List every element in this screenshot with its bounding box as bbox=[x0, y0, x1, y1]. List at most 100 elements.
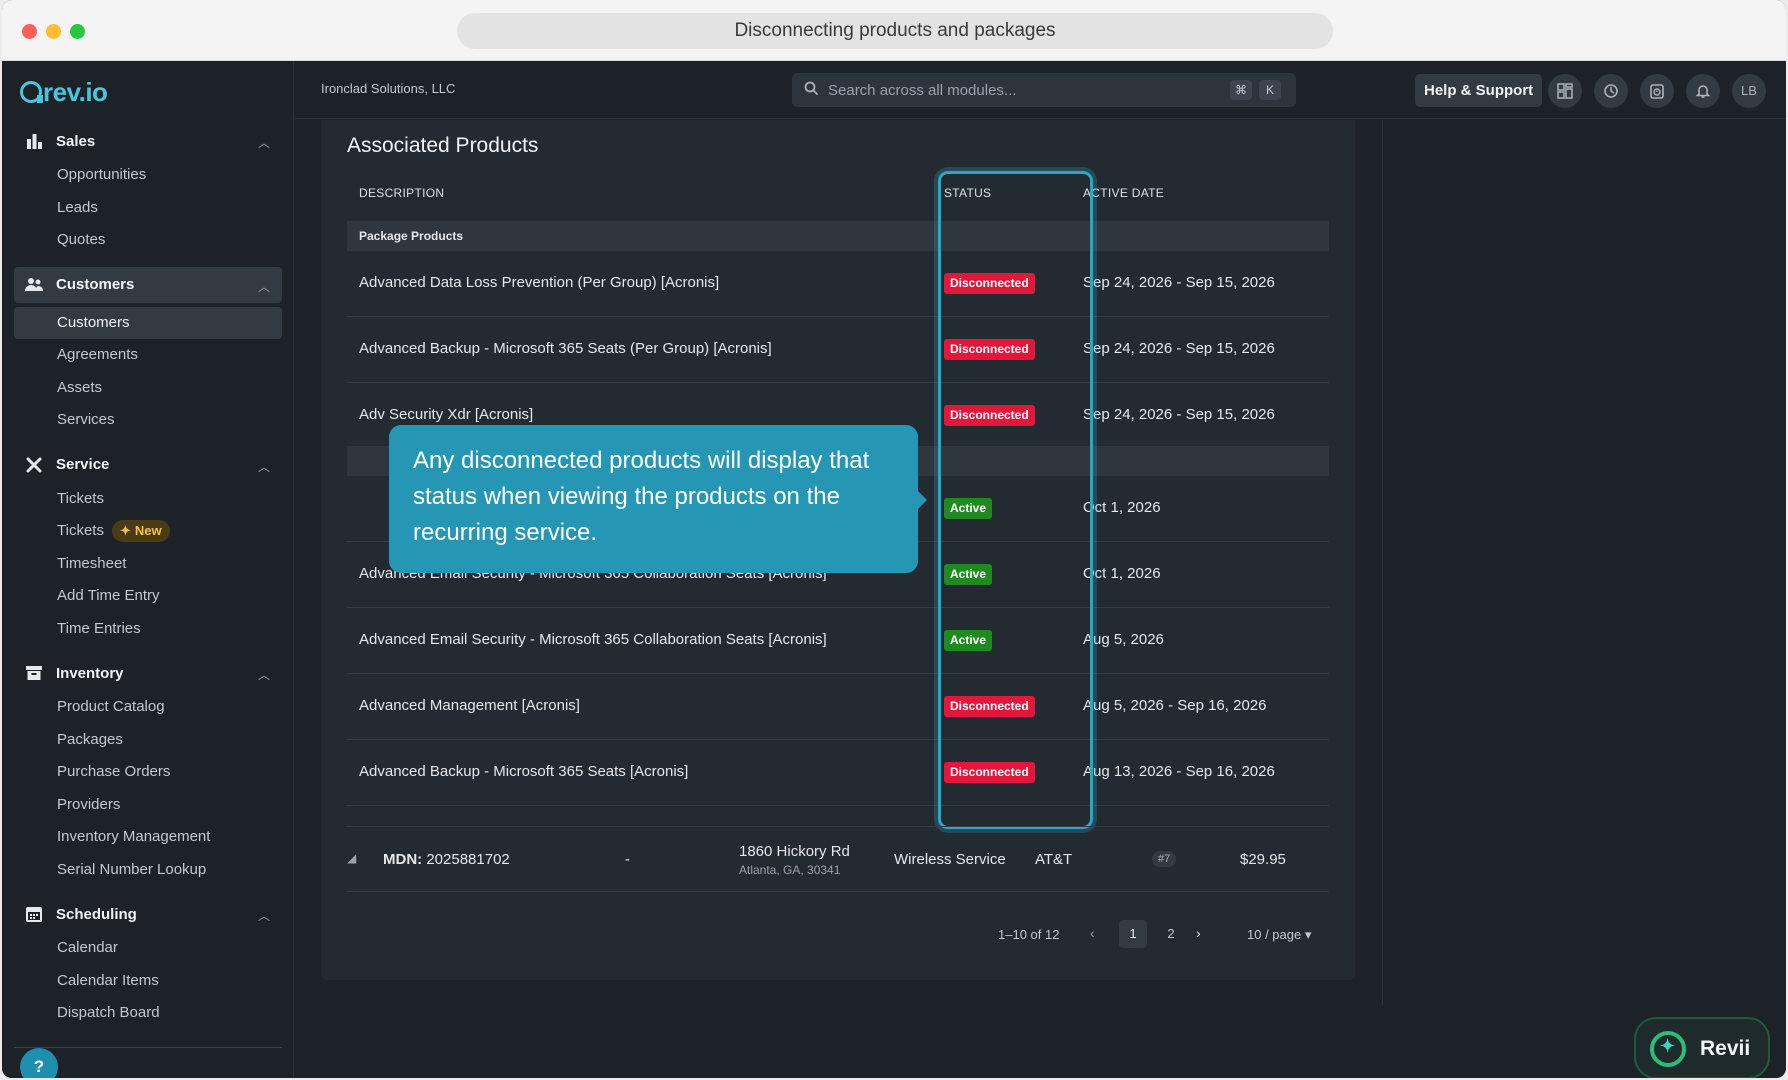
sidebar-item-calendar[interactable]: Calendar bbox=[14, 932, 282, 965]
service-row[interactable]: ◢ MDN: 2025881702 - 1860 Hickory Rd Atla… bbox=[347, 826, 1329, 892]
title-bar: Disconnecting products and packages bbox=[2, 0, 1786, 61]
sidebar-item-opportunities[interactable]: Opportunities bbox=[14, 159, 282, 192]
revio-logo[interactable]: rev.io bbox=[20, 76, 108, 107]
sidebar-divider bbox=[14, 1047, 282, 1048]
logo-text: rev.io bbox=[43, 76, 108, 107]
sparkle-icon: ✦ bbox=[119, 523, 131, 539]
sidebar-item-services[interactable]: Services bbox=[14, 404, 282, 437]
page-button-2[interactable]: 2 bbox=[1157, 920, 1185, 948]
top-bar: Ironclad Solutions, LLC ⌘ K Help & Suppo… bbox=[295, 61, 1786, 119]
sidebar-item-calendar-items[interactable]: Calendar Items bbox=[14, 965, 282, 998]
nav-section-inventory[interactable]: Inventory ︿ bbox=[14, 655, 282, 691]
table-row[interactable]: Advanced Email Security - Microsoft 365 … bbox=[347, 608, 1329, 674]
product-description: Advanced Email Security - Microsoft 365 … bbox=[359, 631, 827, 648]
page-button-current[interactable]: 1 bbox=[1119, 920, 1147, 948]
page-size-select[interactable]: 10 / page ▾ bbox=[1247, 927, 1311, 943]
help-support-button[interactable]: Help & Support bbox=[1415, 74, 1543, 107]
status-column-highlight bbox=[938, 171, 1093, 829]
chevron-up-icon[interactable]: ︿ bbox=[258, 458, 270, 475]
pagination-range: 1–10 of 12 bbox=[998, 927, 1060, 942]
bell-icon[interactable] bbox=[1686, 74, 1720, 108]
sidebar-item-timesheet[interactable]: Timesheet bbox=[14, 548, 282, 581]
help-button[interactable]: ? bbox=[20, 1048, 58, 1078]
nav-section-sales[interactable]: Sales ︿ bbox=[14, 123, 282, 159]
nav-section-service[interactable]: Service ︿ bbox=[14, 447, 282, 483]
service-type: Wireless Service bbox=[894, 851, 1006, 868]
sidebar-item-quotes[interactable]: Quotes bbox=[14, 224, 282, 257]
search-input[interactable] bbox=[828, 73, 1208, 107]
box-icon bbox=[24, 663, 44, 683]
sidebar-item-inventory-management[interactable]: Inventory Management bbox=[14, 821, 282, 854]
table-row[interactable]: Advanced Management [Acronis] Disconnect… bbox=[347, 674, 1329, 740]
nav-section-label: Customers bbox=[56, 276, 135, 293]
revii-icon bbox=[1650, 1031, 1686, 1067]
minimize-window-button[interactable] bbox=[46, 24, 61, 39]
chevron-up-icon[interactable]: ︿ bbox=[258, 666, 270, 683]
sidebar-item-tickets[interactable]: Tickets bbox=[14, 483, 282, 516]
chevron-up-icon[interactable]: ︿ bbox=[258, 134, 270, 151]
active-date: Oct 1, 2026 bbox=[1083, 565, 1161, 582]
sidebar-item-time-entries[interactable]: Time Entries bbox=[14, 613, 282, 646]
sidebar-item-providers[interactable]: Providers bbox=[14, 789, 282, 822]
sidebar-item-product-catalog[interactable]: Product Catalog bbox=[14, 691, 282, 724]
expand-row-icon[interactable]: ◢ bbox=[347, 851, 356, 865]
revii-label: Revii bbox=[1700, 1037, 1751, 1060]
nav-section-label: Sales bbox=[56, 132, 96, 150]
column-header-active-date: ACTIVE DATE bbox=[1083, 186, 1165, 200]
table-row[interactable]: Advanced Backup - Microsoft 365 Seats (P… bbox=[347, 317, 1329, 383]
sidebar-item-agreements[interactable]: Agreements bbox=[14, 339, 282, 372]
table-row[interactable]: Advanced Data Loss Prevention (Per Group… bbox=[347, 251, 1329, 317]
caret-down-icon: ▾ bbox=[1304, 927, 1312, 942]
revii-assistant-button[interactable]: Revii bbox=[1634, 1017, 1770, 1078]
chevron-up-icon[interactable]: ︿ bbox=[258, 278, 270, 295]
sidebar-item-tickets-new[interactable]: Tickets ✦ New bbox=[14, 515, 282, 548]
carrier: AT&T bbox=[1035, 851, 1073, 868]
sidebar: rev.io Sales ︿ Opportunities Leads Quote… bbox=[2, 61, 294, 1078]
sidebar-item-add-time-entry[interactable]: Add Time Entry bbox=[14, 580, 282, 613]
sidebar-item-leads[interactable]: Leads bbox=[14, 192, 282, 225]
nav-section-scheduling[interactable]: Scheduling ︿ bbox=[14, 896, 282, 932]
product-description: Advanced Data Loss Prevention (Per Group… bbox=[359, 274, 720, 291]
sidebar-nav: Sales ︿ Opportunities Leads Quotes Custo… bbox=[14, 123, 282, 1030]
chevron-right-icon[interactable]: › bbox=[1196, 925, 1201, 941]
table-row[interactable]: Advanced Backup - Microsoft 365 Seats [A… bbox=[347, 740, 1329, 806]
mdn-label: MDN: bbox=[383, 851, 423, 868]
mdn-value: MDN: 2025881702 bbox=[383, 851, 510, 868]
sidebar-item-dispatch-board[interactable]: Dispatch Board bbox=[14, 997, 282, 1030]
sidebar-item-purchase-orders[interactable]: Purchase Orders bbox=[14, 756, 282, 789]
active-date: Aug 5, 2026 - Sep 16, 2026 bbox=[1083, 697, 1267, 714]
search-icon bbox=[804, 81, 818, 99]
maximize-window-button[interactable] bbox=[70, 24, 85, 39]
sidebar-item-assets[interactable]: Assets bbox=[14, 372, 282, 405]
sidebar-item-serial-number-lookup[interactable]: Serial Number Lookup bbox=[14, 854, 282, 887]
chevron-up-icon[interactable]: ︿ bbox=[258, 907, 270, 924]
product-description: Advanced Management [Acronis] bbox=[359, 697, 580, 714]
tools-icon bbox=[24, 455, 44, 475]
close-window-button[interactable] bbox=[22, 24, 37, 39]
nav-section-label: Service bbox=[56, 456, 110, 473]
shortcut-k-key: K bbox=[1259, 80, 1281, 100]
active-date: Oct 1, 2026 bbox=[1083, 499, 1161, 516]
chevron-left-icon[interactable]: ‹ bbox=[1090, 925, 1095, 941]
new-badge: ✦ New bbox=[111, 520, 170, 543]
company-name[interactable]: Ironclad Solutions, LLC bbox=[321, 81, 455, 96]
service-address-line1: 1860 Hickory Rd bbox=[739, 843, 850, 860]
section-title: Associated Products bbox=[347, 134, 539, 157]
pagination: 1–10 of 12 ‹ 1 2 › 10 / page ▾ bbox=[347, 920, 1329, 948]
sidebar-item-packages[interactable]: Packages bbox=[14, 724, 282, 757]
user-avatar[interactable]: LB bbox=[1732, 74, 1766, 108]
history-icon[interactable] bbox=[1594, 74, 1628, 108]
product-description: Adv Security Xdr [Acronis] bbox=[359, 406, 534, 423]
new-badge-label: New bbox=[134, 523, 162, 539]
sidebar-item-customers[interactable]: Customers bbox=[14, 306, 282, 339]
active-date: Sep 24, 2026 - Sep 15, 2026 bbox=[1083, 340, 1275, 357]
timer-icon[interactable] bbox=[1640, 74, 1674, 108]
nav-section-customers[interactable]: Customers ︿ bbox=[14, 266, 282, 303]
product-description: Advanced Backup - Microsoft 365 Seats [A… bbox=[359, 763, 689, 780]
active-date: Aug 13, 2026 - Sep 16, 2026 bbox=[1083, 763, 1275, 780]
bar-chart-icon bbox=[24, 131, 44, 151]
dashboard-icon[interactable] bbox=[1548, 74, 1582, 108]
panel-divider bbox=[1382, 120, 1383, 1005]
service-price: $29.95 bbox=[1240, 851, 1286, 868]
global-search[interactable]: ⌘ K bbox=[792, 73, 1296, 107]
